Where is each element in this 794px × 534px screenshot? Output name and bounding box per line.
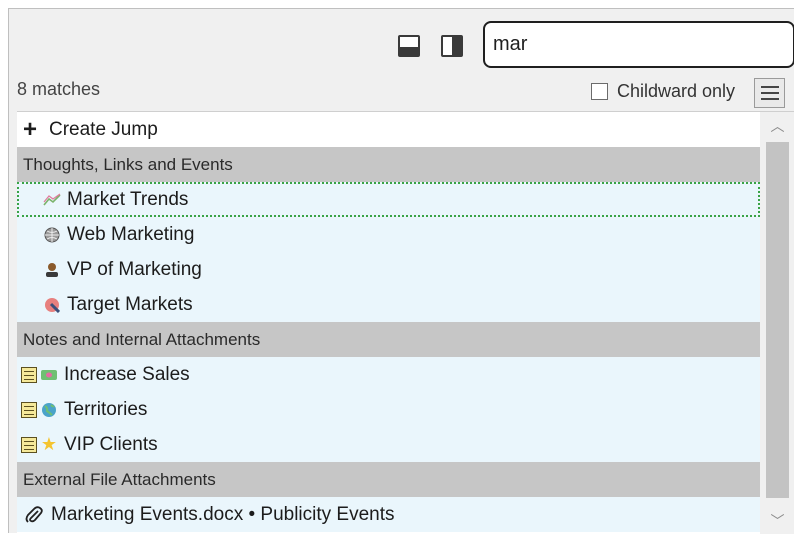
list-item[interactable]: Target Markets [17,287,760,322]
item-label: Market Trends [67,188,189,210]
list-item[interactable]: Web Marketing [17,217,760,252]
item-label: VIP Clients [64,433,158,455]
plus-icon: + [23,115,38,143]
hamburger-icon[interactable] [754,78,785,108]
childward-label: Childward only [617,80,736,101]
scroll-thumb[interactable] [766,142,789,498]
person-icon [43,261,61,279]
item-label: Web Marketing [67,223,195,245]
search-input[interactable] [483,21,794,68]
group-header: Thoughts, Links and Events [17,147,760,182]
match-count: 8 matches [17,79,101,99]
group-header-label: Notes and Internal Attachments [23,329,261,349]
star-icon: ★ [40,434,58,454]
globe-icon [40,401,58,419]
toolbar [9,9,794,77]
create-jump-item[interactable]: + Create Jump [17,112,760,147]
layout-right-icon[interactable] [441,35,463,57]
list-item[interactable]: Marketing Events.docx • Publicity Events [17,497,760,532]
item-label: Target Markets [67,293,193,315]
group-header: Notes and Internal Attachments [17,322,760,357]
note-icon [21,436,37,453]
globe-icon [43,226,61,244]
childward-checkbox[interactable] [591,82,608,100]
results-list: + Create Jump Thoughts, Links and Events… [17,111,794,534]
paperclip-icon [23,505,45,524]
target-icon [43,296,61,314]
item-label: Increase Sales [64,363,190,385]
search-panel: 8 matches Childward only + Create Jump T… [8,8,794,534]
money-icon [40,366,58,384]
item-label: VP of Marketing [67,258,202,280]
group-header-label: External File Attachments [23,469,216,489]
list-item[interactable]: Increase Sales [17,357,760,392]
list-item[interactable]: VP of Marketing [17,252,760,287]
create-jump-label: Create Jump [49,118,158,140]
group-header-label: Thoughts, Links and Events [23,154,233,174]
note-icon [21,401,37,418]
item-label: Territories [64,398,148,420]
list-item[interactable]: ★ VIP Clients [17,427,760,462]
item-label: Marketing Events.docx • Publicity Events [51,503,395,525]
vertical-scrollbar[interactable]: ︿ ﹀ [760,112,794,534]
childward-only-toggle[interactable]: Childward only [591,80,735,102]
group-header: External File Attachments [17,462,760,497]
layout-bottom-icon[interactable] [398,35,420,57]
scroll-down-icon[interactable]: ﹀ [760,507,794,534]
trend-icon [43,191,61,209]
note-icon [21,366,37,383]
list-item[interactable]: Market Trends [17,182,760,217]
scroll-up-icon[interactable]: ︿ [760,112,794,140]
list-item[interactable]: Territories [17,392,760,427]
